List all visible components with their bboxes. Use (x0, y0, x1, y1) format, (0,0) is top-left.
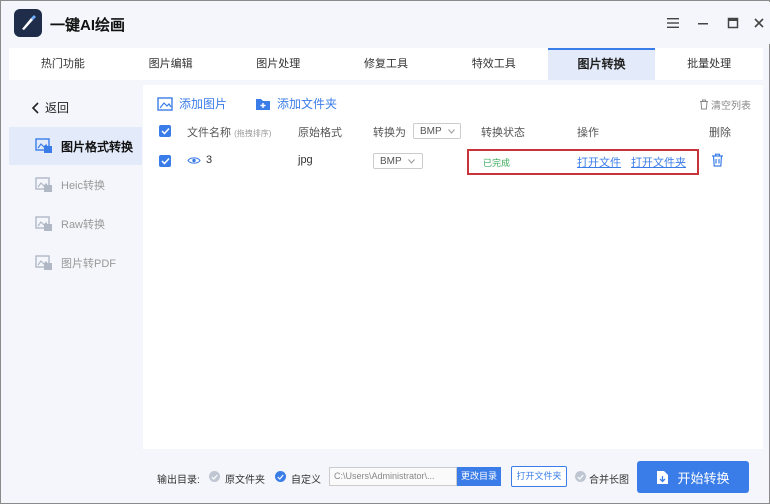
maximize-icon[interactable] (724, 14, 742, 32)
sidebar-item-heic[interactable]: Heic转换 (9, 166, 142, 204)
table-header: 文件名称 (拖拽排序) 原始格式 转换为 BMP 转换状态 操作 删除 (143, 121, 763, 145)
chevron-left-icon (31, 101, 39, 114)
merge-long-label: 合并长图 (589, 475, 629, 486)
close-icon[interactable] (750, 14, 768, 32)
tab-batch-process[interactable]: 批量处理 (655, 48, 763, 80)
app-title: 一键AI绘画 (50, 17, 126, 34)
row-checkbox[interactable] (159, 155, 171, 167)
sidebar-item-label: 图片格式转换 (61, 139, 134, 154)
trash-icon (700, 99, 708, 110)
image-convert-icon (35, 138, 52, 153)
col-filename-label: 文件名称 (187, 127, 231, 139)
output-footer: 输出目录: 原文件夹 自定义 C:\Users\Administrator\..… (143, 453, 763, 497)
tab-repair-tools[interactable]: 修复工具 (332, 48, 440, 80)
convert-all-format-value: BMP (420, 125, 442, 137)
col-status: 转换状态 (481, 127, 525, 139)
col-filename: 文件名称 (拖拽排序) (187, 124, 271, 140)
output-dir-label: 输出目录: (157, 475, 200, 486)
app-logo-icon (14, 9, 42, 37)
tab-image-edit[interactable]: 图片编辑 (117, 48, 225, 80)
chevron-down-icon (407, 158, 415, 164)
start-convert-label: 开始转换 (677, 470, 730, 486)
image-add-icon (157, 96, 173, 111)
delete-row-button[interactable] (711, 153, 724, 170)
col-convert-to: 转换为 (373, 127, 406, 139)
back-button[interactable]: 返回 (31, 99, 69, 116)
raw-icon (35, 216, 52, 231)
check-icon (577, 474, 584, 480)
merge-long-checkbox[interactable] (575, 471, 586, 482)
title-bar: 一键AI绘画 (2, 2, 770, 44)
row-format-value: BMP (380, 155, 402, 167)
sidebar-item-label: 图片转PDF (61, 258, 116, 270)
check-icon (160, 127, 170, 135)
sidebar-item-label: Heic转换 (61, 180, 106, 192)
row-format-select[interactable]: BMP (373, 153, 423, 169)
back-label: 返回 (45, 101, 70, 115)
annotation-highlight (467, 149, 699, 175)
col-action: 操作 (577, 127, 599, 139)
sidebar: 返回 图片格式转换 Heic转换 Raw转换 图片转PDF (9, 85, 142, 495)
chevron-down-icon (447, 128, 455, 134)
sidebar-item-raw[interactable]: Raw转换 (9, 205, 142, 243)
radio-custom-folder[interactable] (275, 471, 286, 482)
eye-icon[interactable] (187, 156, 201, 165)
minimize-icon[interactable] (694, 14, 712, 32)
file-list-panel: 添加图片 添加文件夹 清空列表 文件名称 (拖拽排序) 原始格式 转换为 BMP (143, 85, 763, 449)
tab-hot-features[interactable]: 热门功能 (9, 48, 117, 80)
add-folder-button[interactable]: 添加文件夹 (255, 95, 337, 112)
folder-add-icon (256, 98, 270, 110)
col-delete: 删除 (709, 127, 731, 139)
main-tabs: 热门功能 图片编辑 图片处理 修复工具 特效工具 图片转换 批量处理 (9, 48, 763, 80)
clear-list-button[interactable]: 清空列表 (699, 97, 751, 112)
heic-icon (35, 177, 52, 192)
trash-icon (712, 153, 723, 167)
check-icon (277, 474, 284, 480)
option-custom-label: 自定义 (291, 475, 321, 486)
tab-image-convert[interactable]: 图片转换 (547, 48, 656, 80)
row-orig-format: jpg (298, 154, 313, 166)
app-window: 一键AI绘画 热门功能 图片编辑 图片处理 修复工具 特效工具 图片转换 批量处… (0, 0, 770, 504)
pdf-icon (35, 255, 52, 270)
row-filename: 3 (187, 154, 212, 166)
open-output-folder-button[interactable]: 打开文件夹 (511, 466, 567, 487)
change-dir-button[interactable]: 更改目录 (457, 467, 501, 486)
add-image-button[interactable]: 添加图片 (157, 95, 227, 112)
add-image-label: 添加图片 (179, 97, 228, 111)
col-orig-format: 原始格式 (298, 127, 342, 139)
convert-all-format-select[interactable]: BMP (413, 123, 461, 139)
sidebar-item-to-pdf[interactable]: 图片转PDF (9, 244, 142, 282)
tab-image-process[interactable]: 图片处理 (224, 48, 332, 80)
tab-effect-tools[interactable]: 特效工具 (440, 48, 548, 80)
sidebar-item-label: Raw转换 (61, 219, 106, 231)
menu-icon[interactable] (664, 14, 682, 32)
clear-list-label: 清空列表 (711, 101, 751, 112)
col-filename-hint: (拖拽排序) (234, 129, 272, 138)
option-original-label: 原文件夹 (225, 475, 265, 486)
add-folder-label: 添加文件夹 (277, 97, 338, 111)
check-icon (160, 157, 170, 165)
sidebar-item-format-convert[interactable]: 图片格式转换 (9, 127, 142, 165)
start-convert-button[interactable]: 开始转换 (637, 461, 749, 493)
radio-original-folder[interactable] (209, 471, 220, 482)
select-all-checkbox[interactable] (159, 125, 171, 137)
output-path-input[interactable]: C:\Users\Administrator\... (329, 467, 457, 486)
check-icon (211, 474, 218, 480)
convert-file-icon (657, 470, 669, 484)
row-filename-text: 3 (206, 154, 213, 166)
